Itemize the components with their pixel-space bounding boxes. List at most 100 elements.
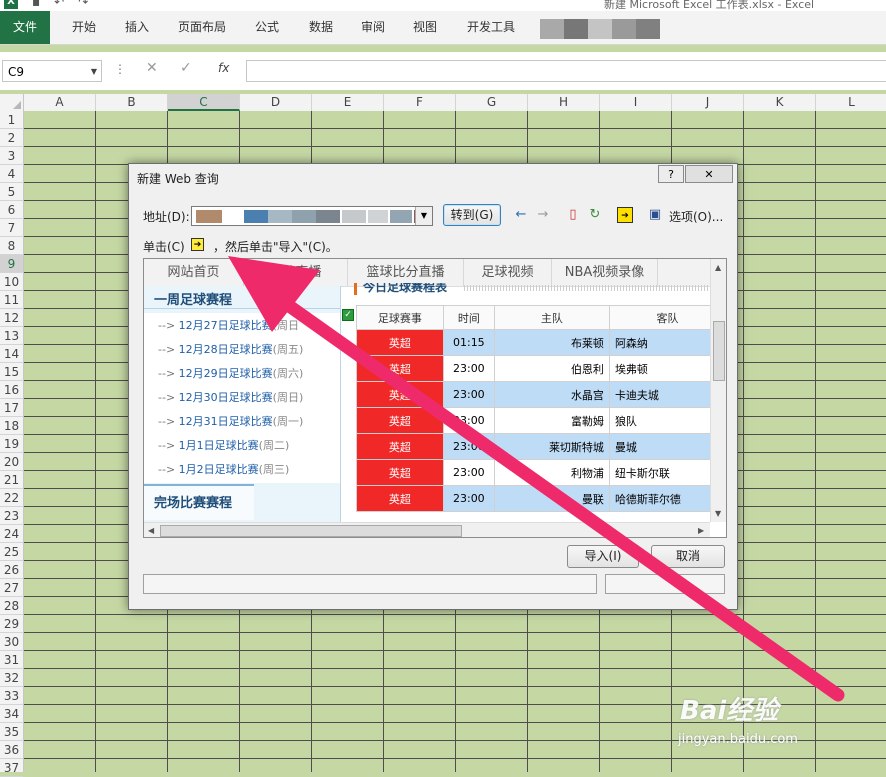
goto-button[interactable]: 转到(G): [443, 204, 501, 226]
finished-matches-tab[interactable]: 完场比赛赛程: [144, 484, 254, 520]
row-header[interactable]: 16: [0, 381, 23, 399]
row-header[interactable]: 10: [0, 273, 23, 291]
column-header-g[interactable]: G: [456, 94, 528, 111]
row-header[interactable]: 11: [0, 291, 23, 309]
horizontal-scrollbar[interactable]: ◀ ▶: [144, 522, 710, 537]
row-header[interactable]: 30: [0, 633, 23, 651]
chevron-down-icon[interactable]: ▼: [91, 61, 97, 83]
column-header-e[interactable]: E: [312, 94, 384, 111]
schedule-link[interactable]: --> 12月29日足球比赛(周六): [158, 365, 303, 381]
forward-icon[interactable]: →: [535, 207, 551, 223]
row-header[interactable]: 27: [0, 579, 23, 597]
row-header[interactable]: 6: [0, 201, 23, 219]
column-header-d[interactable]: D: [240, 94, 312, 111]
import-button[interactable]: 导入(I): [567, 545, 639, 568]
row-header[interactable]: 32: [0, 669, 23, 687]
row-header[interactable]: 35: [0, 723, 23, 741]
column-header-c[interactable]: C: [168, 94, 240, 111]
enter-icon[interactable]: ✓: [180, 60, 192, 76]
scroll-thumb[interactable]: [713, 321, 725, 381]
scroll-down-icon[interactable]: ▼: [715, 509, 721, 518]
tab-data[interactable]: 数据: [298, 11, 344, 44]
tab-home[interactable]: 开始: [60, 11, 108, 44]
column-header-k[interactable]: K: [744, 94, 816, 111]
scroll-up-icon[interactable]: ▲: [715, 263, 721, 272]
row-header[interactable]: 14: [0, 345, 23, 363]
scroll-thumb[interactable]: [160, 525, 462, 537]
row-header[interactable]: 36: [0, 741, 23, 759]
redo-icon[interactable]: ↷: [78, 0, 88, 9]
insert-function-icon[interactable]: fx: [218, 61, 229, 75]
tab-view[interactable]: 视图: [402, 11, 448, 44]
schedule-link[interactable]: --> 12月27日足球比赛(周日: [158, 317, 299, 333]
row-header[interactable]: 2: [0, 129, 23, 147]
row-header[interactable]: 25: [0, 543, 23, 561]
chevron-down-icon[interactable]: ▼: [415, 207, 432, 225]
row-header[interactable]: 34: [0, 705, 23, 723]
schedule-link[interactable]: --> 12月30日足球比赛(周日): [158, 389, 303, 405]
scroll-left-icon[interactable]: ◀: [148, 526, 154, 535]
row-header[interactable]: 21: [0, 471, 23, 489]
tab-page-layout[interactable]: 页面布局: [170, 11, 234, 44]
select-all-corner[interactable]: [0, 94, 24, 111]
row-header[interactable]: 23: [0, 507, 23, 525]
row-header[interactable]: 37: [0, 759, 23, 777]
nav-basketball-live[interactable]: 篮球比分直播: [348, 259, 464, 286]
column-header-f[interactable]: F: [384, 94, 456, 111]
row-header[interactable]: 28: [0, 597, 23, 615]
stop-icon[interactable]: ▯: [565, 207, 581, 223]
hide-icons-icon[interactable]: ➔: [617, 207, 633, 223]
schedule-link[interactable]: --> 12月31日足球比赛(周一): [158, 413, 303, 429]
row-header[interactable]: 12: [0, 309, 23, 327]
column-header-b[interactable]: B: [96, 94, 168, 111]
address-combobox[interactable]: ▼: [191, 206, 433, 226]
nav-home[interactable]: 网站首页: [144, 259, 244, 286]
scroll-right-icon[interactable]: ▶: [698, 526, 704, 535]
schedule-link[interactable]: --> 12月28日足球比赛(周五): [158, 341, 303, 357]
cancel-icon[interactable]: ✕: [146, 60, 158, 76]
nav-nba-video[interactable]: NBA视频录像: [552, 259, 658, 286]
nav-live-score[interactable]: 比分直播: [244, 259, 348, 286]
row-header[interactable]: 7: [0, 219, 23, 237]
row-header[interactable]: 17: [0, 399, 23, 417]
column-header-a[interactable]: A: [24, 94, 96, 111]
row-header[interactable]: 20: [0, 453, 23, 471]
save-query-icon[interactable]: ▣: [647, 207, 663, 223]
row-header[interactable]: 22: [0, 489, 23, 507]
column-header-j[interactable]: J: [672, 94, 744, 111]
row-header[interactable]: 5: [0, 183, 23, 201]
row-header[interactable]: 13: [0, 327, 23, 345]
table-select-icon[interactable]: ✓: [342, 309, 354, 321]
name-box[interactable]: C9 ▼: [2, 60, 102, 82]
cancel-button[interactable]: 取消: [651, 545, 725, 568]
tab-file[interactable]: 文件: [0, 11, 50, 44]
row-header[interactable]: 31: [0, 651, 23, 669]
tab-insert[interactable]: 插入: [114, 11, 160, 44]
column-header-l[interactable]: L: [816, 94, 886, 111]
undo-icon[interactable]: ↶: [54, 0, 64, 9]
nav-football-video[interactable]: 足球视频: [464, 259, 552, 286]
vertical-scrollbar[interactable]: ▲ ▼: [710, 259, 726, 522]
help-button[interactable]: ?: [658, 165, 684, 183]
formula-input[interactable]: [246, 60, 886, 82]
column-header-i[interactable]: I: [600, 94, 672, 111]
schedule-link[interactable]: --> 1月2日足球比赛(周三): [158, 461, 289, 477]
schedule-link[interactable]: --> 1月1日足球比赛(周二): [158, 437, 289, 453]
tab-developer[interactable]: 开发工具: [458, 11, 524, 44]
row-header[interactable]: 15: [0, 363, 23, 381]
more-icon[interactable]: ⋮: [114, 62, 126, 76]
tab-review[interactable]: 审阅: [350, 11, 396, 44]
row-header[interactable]: 8: [0, 237, 23, 255]
row-header[interactable]: 1: [0, 111, 23, 129]
tab-formulas[interactable]: 公式: [244, 11, 290, 44]
web-preview-pane[interactable]: 网站首页 比分直播 篮球比分直播 足球视频 NBA视频录像 一周足球赛程 -->…: [143, 258, 727, 538]
save-icon[interactable]: ▪: [32, 0, 40, 9]
row-header[interactable]: 4: [0, 165, 23, 183]
row-header[interactable]: 29: [0, 615, 23, 633]
refresh-icon[interactable]: ↻: [587, 207, 603, 223]
row-header[interactable]: 26: [0, 561, 23, 579]
close-button[interactable]: ✕: [685, 165, 733, 183]
column-header-h[interactable]: H: [528, 94, 600, 111]
row-header[interactable]: 18: [0, 417, 23, 435]
options-button[interactable]: 选项(O)...: [669, 208, 723, 225]
